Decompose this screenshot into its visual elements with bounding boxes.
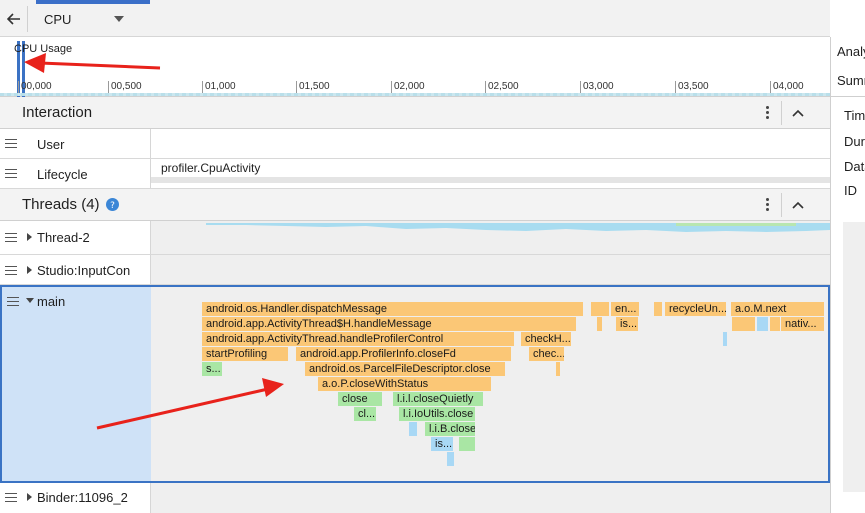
expand-icon[interactable] (27, 493, 32, 501)
method-call[interactable]: a.o.P.closeWithStatus (318, 377, 491, 391)
arrow-left-icon (6, 13, 20, 25)
method-call[interactable]: is... (616, 317, 638, 331)
thread-state-graph (206, 223, 830, 232)
method-call[interactable]: chec... (529, 347, 564, 361)
method-call[interactable]: android.app.ActivityThread$H.handleMessa… (202, 317, 576, 331)
profiler-type-value: CPU (44, 11, 72, 27)
method-call[interactable]: android.os.Handler.dispatchMessage (202, 302, 583, 316)
method-call[interactable] (732, 317, 755, 331)
summary-field-label: Data (844, 159, 865, 174)
thread-row-main[interactable]: main android.os.Handler.dispatchMessage … (0, 285, 830, 483)
drag-handle-icon[interactable] (5, 169, 17, 179)
row-label: Binder:11096_2 (0, 483, 151, 513)
divider (781, 193, 782, 217)
drag-handle-icon[interactable] (7, 297, 19, 307)
method-call[interactable] (556, 362, 560, 376)
thread-row[interactable]: Studio:InputCon (0, 255, 830, 285)
profiler-type-select[interactable]: CPU (30, 4, 134, 34)
interaction-row-user: User (0, 129, 830, 159)
threads-header: Threads (4) ? (0, 189, 830, 221)
method-call[interactable]: nativ... (781, 317, 824, 331)
thread-activity-track[interactable] (151, 255, 830, 284)
thread-name: main (37, 294, 66, 309)
thread-name: Studio:InputCon (37, 263, 131, 278)
drag-handle-icon[interactable] (5, 493, 17, 503)
divider (781, 101, 782, 125)
row-label-selected: main (2, 287, 153, 481)
method-call[interactable] (409, 422, 417, 436)
interaction-row-lifecycle: Lifecycle profiler.CpuActivity (0, 159, 830, 189)
drag-handle-icon[interactable] (5, 139, 17, 149)
method-call[interactable] (654, 302, 662, 316)
expand-icon[interactable] (27, 233, 32, 241)
more-vert-icon[interactable] (766, 198, 770, 212)
method-call[interactable]: en... (611, 302, 639, 316)
flame-chart[interactable]: android.os.Handler.dispatchMessage en...… (151, 287, 828, 481)
activity-lifetime-bar (151, 177, 830, 183)
method-call[interactable]: startProfiling (202, 347, 288, 361)
chevron-up-icon[interactable] (790, 105, 806, 121)
method-call[interactable]: cl... (354, 407, 376, 421)
method-call[interactable] (770, 317, 780, 331)
row-label: Lifecycle (0, 159, 151, 188)
method-call[interactable]: close (338, 392, 382, 406)
thread-name: Thread-2 (37, 230, 90, 245)
thread-activity-track[interactable] (151, 221, 830, 254)
method-call[interactable] (591, 302, 609, 316)
chevron-down-icon (114, 16, 124, 22)
method-call[interactable]: android.app.ActivityThread.handleProfile… (202, 332, 514, 346)
analysis-panel: Analysis Summary Time Duration Data ID (830, 37, 865, 513)
analysis-tab-bar: Summary (831, 65, 865, 97)
method-call[interactable]: checkH... (521, 332, 571, 346)
svg-text:?: ? (110, 201, 115, 211)
method-call[interactable] (459, 437, 475, 451)
chevron-up-icon[interactable] (790, 197, 806, 213)
summary-field-label: Duration (844, 134, 865, 149)
help-circle-icon[interactable]: ? (105, 198, 119, 211)
thread-name: Binder:11096_2 (37, 490, 128, 505)
method-call[interactable] (597, 317, 602, 331)
cpu-usage-track[interactable]: CPU Usage 00,000 00,500 01,000 01,500 02… (0, 37, 830, 97)
thread-row[interactable]: Binder:11096_2 (0, 483, 830, 513)
user-label: User (37, 137, 65, 152)
interaction-title: Interaction (22, 104, 93, 121)
summary-field-label: ID (844, 183, 857, 198)
collapse-icon[interactable] (26, 298, 34, 303)
row-label: User (0, 129, 151, 158)
method-call[interactable]: a.o.M.next (731, 302, 824, 316)
method-call[interactable] (757, 317, 768, 331)
method-call[interactable]: recycleUn... (665, 302, 726, 316)
summary-chart-area (843, 222, 865, 492)
method-call[interactable]: l.i.IoUtils.close (399, 407, 475, 421)
drag-handle-icon[interactable] (5, 233, 17, 243)
tab-summary[interactable]: Summary (837, 73, 865, 88)
method-call[interactable] (723, 332, 727, 346)
method-call[interactable]: is... (431, 437, 453, 451)
cpu-usage-label: CPU Usage (14, 43, 73, 55)
method-call[interactable]: l.i.l.closeQuietly (393, 392, 483, 406)
cpu-usage-graph (0, 93, 830, 96)
interaction-header: Interaction (0, 97, 830, 129)
activity-name[interactable]: profiler.CpuActivity (161, 161, 260, 175)
threads-title: Threads (4) (22, 196, 100, 213)
profiler-toolbar: CPU (0, 0, 830, 37)
method-call[interactable]: android.os.ParcelFileDescriptor.close (305, 362, 505, 376)
method-call[interactable]: s... (202, 362, 222, 376)
user-events-track[interactable] (151, 129, 830, 158)
back-button[interactable] (0, 6, 28, 32)
tab-analysis[interactable]: Analysis (837, 44, 865, 59)
row-label: Thread-2 (0, 221, 151, 254)
method-call[interactable]: android.app.ProfilerInfo.closeFd (296, 347, 511, 361)
thread-row[interactable]: Thread-2 (0, 221, 830, 255)
summary-field-label: Time (844, 108, 865, 123)
method-call[interactable]: l.i.B.close (425, 422, 475, 436)
thread-activity-track[interactable] (151, 483, 830, 513)
row-label: Studio:InputCon (0, 255, 151, 284)
lifecycle-track[interactable]: profiler.CpuActivity (151, 159, 830, 188)
drag-handle-icon[interactable] (5, 266, 17, 276)
method-call[interactable] (447, 452, 454, 466)
more-vert-icon[interactable] (766, 106, 770, 120)
expand-icon[interactable] (27, 266, 32, 274)
lifecycle-label: Lifecycle (37, 167, 88, 182)
